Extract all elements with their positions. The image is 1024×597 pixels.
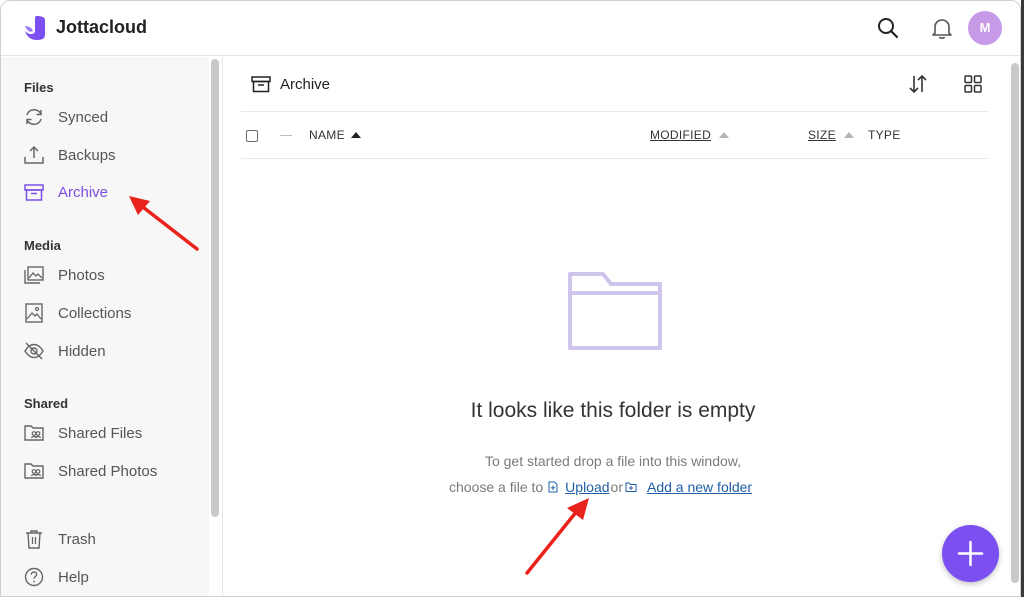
sidebar-item-label: Synced xyxy=(58,108,109,126)
empty-state-or: or xyxy=(610,479,623,495)
sidebar-item-collections[interactable]: Collections xyxy=(23,300,131,326)
column-name-label: NAME xyxy=(309,128,345,142)
brand-name: Jottacloud xyxy=(56,17,148,37)
main-scrollbar[interactable] xyxy=(1011,63,1019,583)
sidebar-item-label: Photos xyxy=(58,266,105,284)
header-divider xyxy=(241,158,988,159)
empty-state-actions: choose a file to Upload or Add a new fol… xyxy=(449,479,752,495)
sidebar-item-archive[interactable]: Archive xyxy=(23,179,108,205)
sidebar-item-backups[interactable]: Backups xyxy=(23,142,116,168)
column-size-label: SIZE xyxy=(808,128,836,142)
empty-state-hint: To get started drop a file into this win… xyxy=(484,453,742,469)
breadcrumb-current[interactable]: Archive xyxy=(280,76,330,93)
sidebar xyxy=(1,57,209,596)
app-window: Jottacloud M Files Synced Backups Archiv… xyxy=(0,0,1021,597)
shared-photos-icon xyxy=(24,463,44,479)
section-title-shared: Shared xyxy=(24,396,69,411)
trash-icon xyxy=(26,530,42,549)
sort-asc-icon xyxy=(843,132,854,138)
upload-link[interactable]: Upload xyxy=(565,479,609,495)
column-header-name[interactable]: NAME xyxy=(309,128,361,142)
sidebar-item-trash[interactable]: Trash xyxy=(23,526,96,552)
eye-off-icon xyxy=(24,342,44,360)
select-all-checkbox[interactable] xyxy=(246,130,258,142)
user-avatar[interactable]: M xyxy=(968,11,1002,45)
archive-box-icon xyxy=(251,76,271,93)
file-add-icon xyxy=(548,481,558,493)
plus-icon xyxy=(957,540,984,567)
sort-icon[interactable] xyxy=(907,73,929,95)
sidebar-item-hidden[interactable]: Hidden xyxy=(23,338,106,364)
sync-icon xyxy=(26,109,42,125)
column-header-type[interactable]: TYPE xyxy=(868,128,901,142)
column-header-size[interactable]: SIZE xyxy=(808,128,854,142)
section-title-files: Files xyxy=(24,80,54,95)
help-icon xyxy=(24,567,44,587)
sidebar-item-photos[interactable]: Photos xyxy=(23,262,105,288)
search-icon[interactable] xyxy=(875,15,901,41)
toolbar-divider xyxy=(241,111,988,112)
jottacloud-logo-icon[interactable] xyxy=(23,15,49,41)
top-bar: Jottacloud M xyxy=(1,1,1020,56)
photos-icon xyxy=(24,266,44,284)
row-dash xyxy=(280,135,292,136)
shared-folder-icon xyxy=(24,425,44,441)
archive-box-icon xyxy=(24,184,44,201)
sidebar-item-label: Help xyxy=(58,568,89,586)
sidebar-item-label: Collections xyxy=(58,304,132,322)
folder-add-icon xyxy=(625,482,637,492)
column-header-modified[interactable]: MODIFIED xyxy=(650,128,730,142)
sidebar-item-label: Shared Photos xyxy=(58,462,158,480)
sort-asc-icon xyxy=(719,132,730,138)
column-type-label: TYPE xyxy=(868,128,901,142)
column-modified-label: MODIFIED xyxy=(650,128,712,142)
sidebar-item-label: Backups xyxy=(58,146,116,164)
section-title-media: Media xyxy=(24,238,61,253)
sidebar-item-help[interactable]: Help xyxy=(23,564,89,590)
add-folder-link[interactable]: Add a new folder xyxy=(647,479,752,495)
sidebar-item-label: Hidden xyxy=(58,342,106,360)
sidebar-item-label: Trash xyxy=(58,530,96,548)
upload-tray-icon xyxy=(24,145,44,164)
sidebar-item-synced[interactable]: Synced xyxy=(23,104,108,130)
sidebar-item-label: Shared Files xyxy=(58,424,143,442)
empty-folder-icon xyxy=(568,272,662,350)
sidebar-item-label: Archive xyxy=(58,183,109,201)
sort-asc-icon xyxy=(350,132,361,138)
bell-icon[interactable] xyxy=(929,15,955,41)
add-button[interactable] xyxy=(942,525,999,582)
collections-icon xyxy=(25,303,43,323)
empty-state-prefix: choose a file to xyxy=(449,479,544,495)
empty-state-title: It looks like this folder is empty xyxy=(470,399,756,422)
sidebar-item-shared-photos[interactable]: Shared Photos xyxy=(23,458,157,484)
grid-view-icon[interactable] xyxy=(962,73,984,95)
sidebar-scrollbar[interactable] xyxy=(211,59,219,517)
sidebar-item-shared-files[interactable]: Shared Files xyxy=(23,420,142,446)
